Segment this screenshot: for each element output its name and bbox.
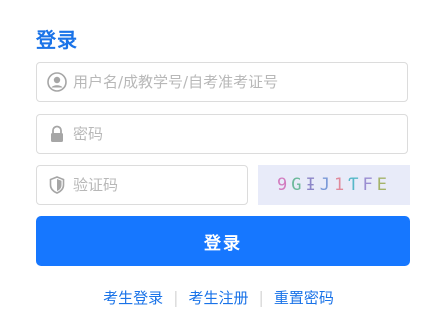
captcha-char: 1 <box>334 175 349 195</box>
captcha-image[interactable]: 9 G Ɨ J 1 Ƭ F E <box>258 165 410 205</box>
captcha-char: J <box>319 175 334 195</box>
captcha-char: G <box>291 175 306 195</box>
username-input[interactable] <box>73 63 399 101</box>
login-title: 登录 <box>36 28 78 52</box>
captcha-char: E <box>376 175 391 195</box>
captcha-input[interactable] <box>73 166 239 204</box>
reset-password-link[interactable]: 重置密码 <box>274 287 334 308</box>
lock-icon <box>51 125 63 142</box>
divider: | <box>258 287 264 307</box>
captcha-char: F <box>362 175 377 195</box>
divider: | <box>173 287 179 307</box>
captcha-char: 9 <box>277 175 292 195</box>
captcha-field-box[interactable] <box>36 165 248 205</box>
captcha-char: Ɨ <box>305 175 320 195</box>
student-register-link[interactable]: 考生注册 <box>188 287 248 308</box>
password-field-box[interactable] <box>36 114 408 154</box>
user-icon <box>47 72 67 92</box>
username-field-box[interactable] <box>36 62 408 102</box>
footer-links: 考生登录 | 考生注册 | 重置密码 <box>0 285 429 309</box>
shield-icon <box>49 176 65 194</box>
password-input[interactable] <box>73 115 399 153</box>
login-button[interactable]: 登录 <box>36 216 410 266</box>
captcha-char: Ƭ <box>348 175 363 195</box>
student-login-link[interactable]: 考生登录 <box>103 287 163 308</box>
